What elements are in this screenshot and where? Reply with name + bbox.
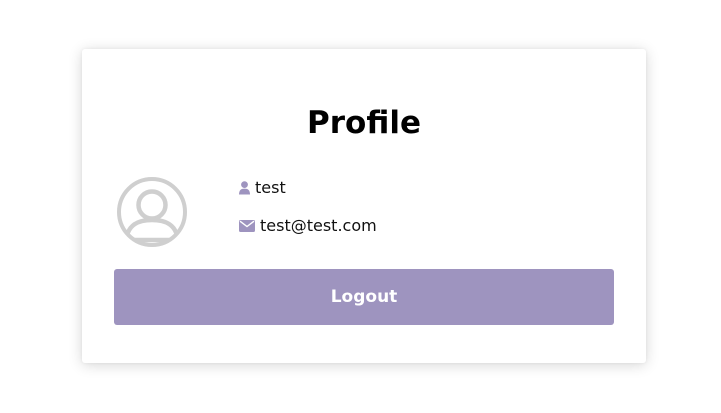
profile-card: Profile test test@test.com Logout [82, 49, 646, 363]
page-title: Profile [307, 105, 421, 141]
user-icon [239, 180, 250, 195]
username-row: test [239, 178, 286, 197]
user-avatar-icon [117, 177, 187, 247]
avatar [116, 176, 188, 248]
email-row: test@test.com [239, 216, 377, 235]
username-text: test [255, 178, 286, 197]
envelope-icon [239, 219, 255, 232]
logout-button[interactable]: Logout [114, 269, 614, 325]
email-text: test@test.com [260, 216, 377, 235]
